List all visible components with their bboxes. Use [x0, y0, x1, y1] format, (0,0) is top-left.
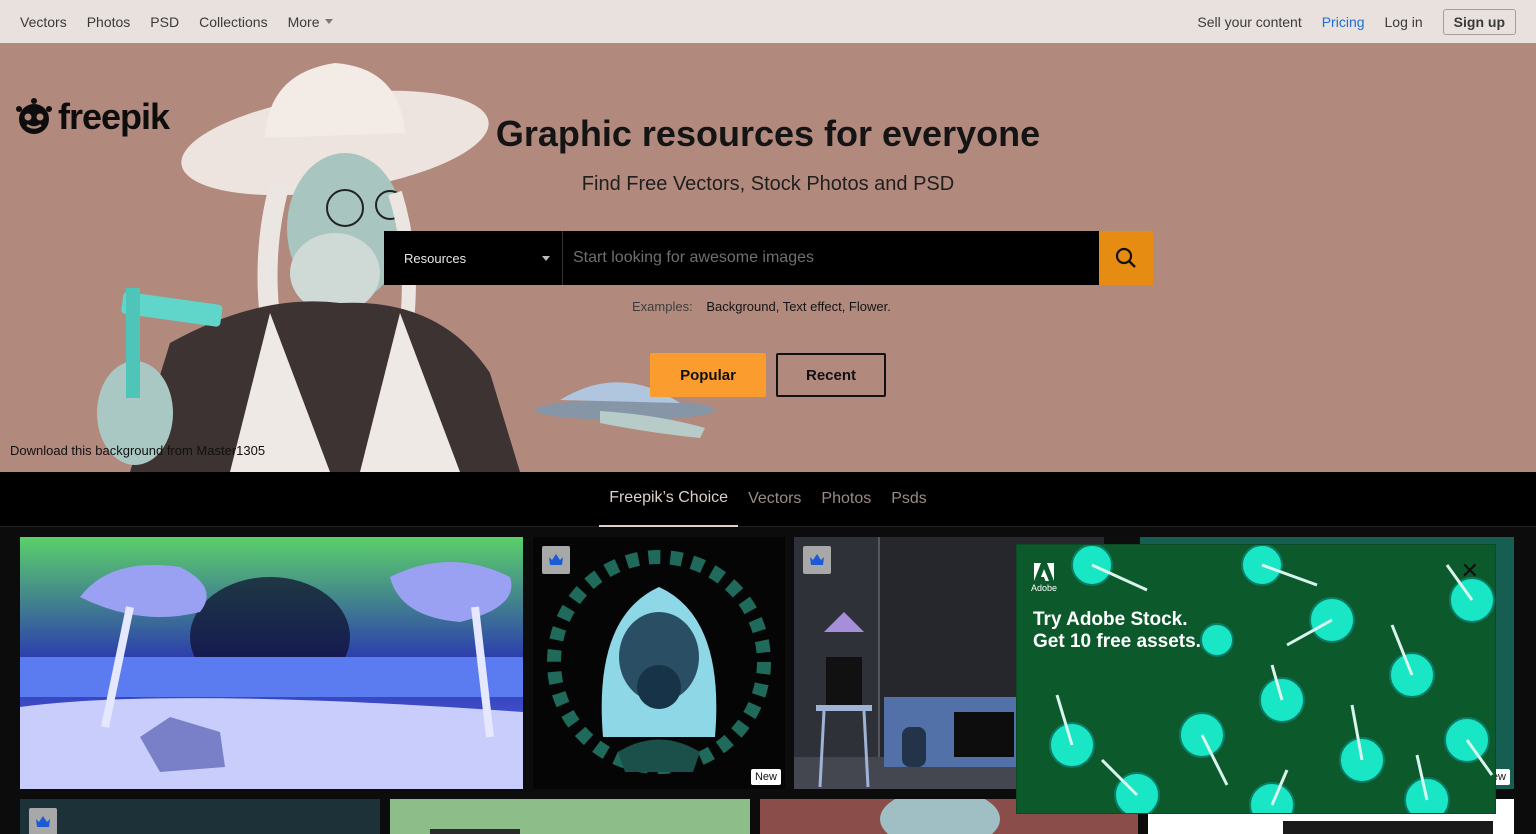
- search-input[interactable]: [563, 231, 1099, 285]
- new-badge: New: [750, 769, 781, 785]
- crown-icon: [810, 554, 824, 565]
- ad-headline-line2: Get 10 free assets.: [1033, 631, 1201, 652]
- hero-title: Graphic resources for everyone: [495, 113, 1041, 154]
- nav-login[interactable]: Log in: [1385, 14, 1423, 30]
- tab-psds[interactable]: Psds: [881, 472, 937, 527]
- background-credit[interactable]: Download this background from Master1305: [10, 443, 265, 458]
- signup-button[interactable]: Sign up: [1442, 8, 1516, 35]
- nav-right: Sell your content Pricing Log in Sign up: [1177, 8, 1516, 35]
- mother-child-thumbnail: [547, 550, 771, 774]
- premium-badge: [542, 546, 570, 574]
- resource-type-label: Resources: [404, 250, 467, 266]
- top-navigation: Vectors Photos PSD Collections More Sell…: [0, 0, 1536, 43]
- crown-icon: [549, 554, 563, 565]
- recent-button[interactable]: Recent: [776, 353, 886, 397]
- resource-type-select[interactable]: Resources: [384, 231, 563, 285]
- premium-badge: [29, 808, 57, 834]
- popular-button[interactable]: Popular: [650, 353, 766, 397]
- hero-tab-buttons: Popular Recent: [650, 353, 886, 397]
- adobe-logo-icon: [1034, 563, 1055, 581]
- ad-headline-line1: Try Adobe Stock.: [1033, 609, 1188, 630]
- premium-badge: [803, 546, 831, 574]
- nav-vectors[interactable]: Vectors: [20, 14, 67, 30]
- tab-vectors[interactable]: Vectors: [738, 472, 811, 527]
- search-examples: Examples: Background, Text effect, Flowe…: [632, 299, 891, 314]
- close-icon[interactable]: ✕: [1461, 560, 1479, 582]
- nav-photos[interactable]: Photos: [87, 14, 131, 30]
- nav-pricing[interactable]: Pricing: [1322, 14, 1365, 30]
- landscape-thumbnail: [20, 537, 523, 789]
- row2-2-thumbnail: [430, 829, 520, 834]
- chevron-down-icon: [542, 255, 550, 261]
- ad-headline: Try Adobe Stock. Get 10 free assets.: [1033, 609, 1201, 653]
- adobe-stock-ad[interactable]: Adobe Try Adobe Stock. Get 10 free asset…: [1016, 544, 1496, 814]
- category-tabs: Freepik’s Choice Vectors Photos Psds: [0, 472, 1536, 527]
- adobe-logo: Adobe: [1031, 563, 1057, 593]
- crown-icon: [36, 816, 50, 827]
- tab-freepiks-choice[interactable]: Freepik’s Choice: [599, 472, 739, 527]
- grid-item-landscape[interactable]: [20, 537, 523, 789]
- adobe-brand-text: Adobe: [1031, 583, 1058, 593]
- nav-collections[interactable]: Collections: [199, 14, 267, 30]
- search-button[interactable]: [1099, 231, 1153, 285]
- nav-more[interactable]: More: [288, 14, 334, 30]
- search-bar: Resources: [384, 231, 1153, 285]
- nav-psd[interactable]: PSD: [150, 14, 179, 30]
- nav-sell-content[interactable]: Sell your content: [1197, 14, 1301, 30]
- hero-subtitle: Find Free Vectors, Stock Photos and PSD: [581, 173, 955, 195]
- nav-more-label: More: [287, 13, 320, 30]
- nav-left: Vectors Photos PSD Collections More: [20, 14, 334, 30]
- grid-item-row2-2[interactable]: [390, 799, 750, 834]
- examples-label: Examples:: [632, 299, 693, 314]
- grid-item-mother-child[interactable]: New: [533, 537, 785, 789]
- examples-links[interactable]: Background, Text effect, Flower.: [706, 299, 891, 314]
- hero-section: freepik Graphic resources for everyone F…: [0, 43, 1536, 472]
- chevron-down-icon: [325, 19, 334, 24]
- grid-item-row2-1[interactable]: [20, 799, 380, 834]
- ad-cherry-pattern: [1049, 545, 1495, 813]
- tab-photos[interactable]: Photos: [811, 472, 881, 527]
- search-icon: [1115, 247, 1136, 268]
